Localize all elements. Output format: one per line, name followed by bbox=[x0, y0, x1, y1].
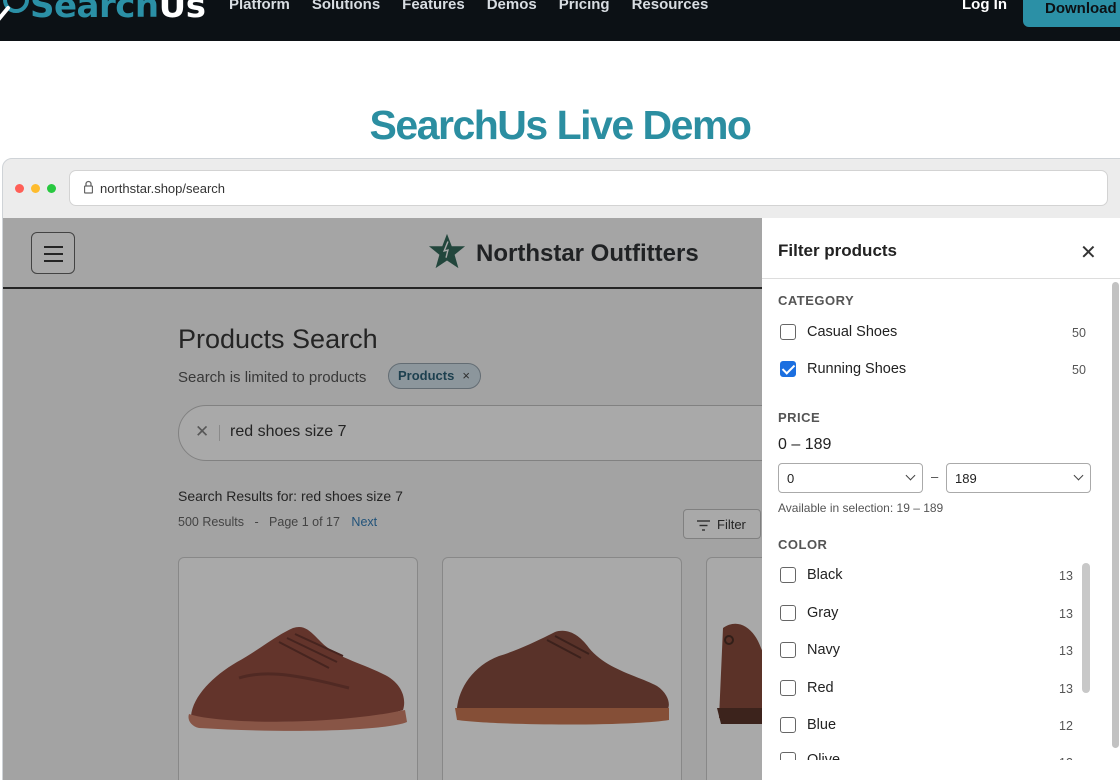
color-option-label: Blue bbox=[807, 717, 837, 733]
color-count: 12 bbox=[1059, 719, 1073, 733]
lock-icon bbox=[83, 180, 94, 194]
filter-drawer: Filter products ✕ CATEGORY Casual Shoes … bbox=[762, 218, 1120, 780]
color-count: 13 bbox=[1059, 682, 1073, 696]
color-checkbox[interactable] bbox=[780, 717, 796, 733]
address-bar[interactable]: northstar.shop/search bbox=[69, 170, 1108, 206]
color-option-label: Olive bbox=[807, 752, 841, 760]
category-option[interactable]: Casual Shoes bbox=[780, 322, 897, 342]
nav-pricing[interactable]: Pricing bbox=[559, 0, 610, 13]
nav-resources[interactable]: Resources bbox=[632, 0, 709, 13]
nav-solutions[interactable]: Solutions bbox=[312, 0, 380, 13]
price-section-label: PRICE bbox=[778, 410, 821, 425]
maximize-window-dot[interactable] bbox=[47, 184, 56, 193]
color-count: 12 bbox=[1059, 756, 1073, 760]
site-topnav: SearchUs Platform Solutions Features Dem… bbox=[0, 0, 1120, 41]
category-section-label: CATEGORY bbox=[778, 293, 855, 308]
color-option[interactable]: Black bbox=[780, 565, 842, 585]
nav-platform[interactable]: Platform bbox=[229, 0, 290, 13]
site-logo[interactable]: SearchUs bbox=[0, 0, 206, 26]
chevron-down-icon bbox=[905, 470, 916, 481]
drawer-header: Filter products ✕ bbox=[762, 218, 1120, 279]
color-option-label: Gray bbox=[807, 605, 839, 621]
minimize-window-dot[interactable] bbox=[31, 184, 40, 193]
category-count: 50 bbox=[1072, 363, 1086, 377]
url-text: northstar.shop/search bbox=[100, 181, 226, 196]
login-link[interactable]: Log In bbox=[962, 0, 1007, 13]
drawer-scrollbar-thumb[interactable] bbox=[1112, 282, 1119, 748]
color-option[interactable]: Navy bbox=[780, 640, 840, 660]
nav-demos[interactable]: Demos bbox=[487, 0, 537, 13]
color-option[interactable]: Red bbox=[780, 678, 834, 698]
price-max-select[interactable]: 189 bbox=[946, 463, 1091, 493]
color-option[interactable]: Gray bbox=[780, 603, 838, 623]
demo-title: SearchUs Live Demo bbox=[369, 102, 752, 148]
download-button[interactable]: Download bbox=[1023, 0, 1120, 27]
color-count: 13 bbox=[1059, 644, 1073, 658]
logo-text-accent: Us bbox=[158, 0, 206, 26]
color-checkbox[interactable] bbox=[780, 752, 796, 760]
price-range-dash: – bbox=[931, 469, 939, 484]
color-checkbox[interactable] bbox=[780, 567, 796, 583]
drawer-title: Filter products bbox=[778, 241, 898, 260]
close-window-dot[interactable] bbox=[15, 184, 24, 193]
color-count: 13 bbox=[1059, 569, 1073, 583]
magnifier-logo-icon bbox=[0, 0, 30, 26]
logo-text-main: Search bbox=[30, 0, 159, 26]
category-option[interactable]: Running Shoes bbox=[780, 359, 906, 379]
price-min-value: 0 bbox=[787, 471, 795, 486]
chevron-down-icon bbox=[1073, 470, 1084, 481]
color-checkbox[interactable] bbox=[780, 680, 796, 696]
close-icon[interactable]: ✕ bbox=[1080, 240, 1097, 265]
category-option-label: Casual Shoes bbox=[807, 324, 898, 340]
browser-window: northstar.shop/search Northstar Outfitte… bbox=[2, 158, 1120, 780]
nav-features[interactable]: Features bbox=[402, 0, 465, 13]
color-count: 13 bbox=[1059, 607, 1073, 621]
color-option-label: Black bbox=[807, 567, 843, 583]
color-checkbox[interactable] bbox=[780, 642, 796, 658]
color-list-scrollbar[interactable] bbox=[1082, 563, 1090, 693]
color-option-label: Navy bbox=[807, 642, 841, 658]
price-min-select[interactable]: 0 bbox=[778, 463, 923, 493]
site-nav-links: Platform Solutions Features Demos Pricin… bbox=[229, 0, 730, 13]
color-option-label: Red bbox=[807, 680, 834, 696]
window-controls bbox=[15, 184, 56, 193]
color-option[interactable]: Olive bbox=[780, 752, 840, 760]
color-checkbox[interactable] bbox=[780, 605, 796, 621]
color-section-label: COLOR bbox=[778, 537, 828, 552]
drawer-scrollbar[interactable] bbox=[1110, 282, 1120, 748]
category-option-label: Running Shoes bbox=[807, 361, 907, 377]
price-range-value: 0 – 189 bbox=[778, 436, 832, 453]
price-available-text: Available in selection: 19 – 189 bbox=[778, 501, 944, 515]
price-max-value: 189 bbox=[955, 471, 977, 486]
category-checkbox[interactable] bbox=[780, 324, 796, 340]
color-option[interactable]: Blue bbox=[780, 715, 836, 735]
category-count: 50 bbox=[1072, 326, 1086, 340]
category-checkbox-checked[interactable] bbox=[780, 361, 796, 377]
